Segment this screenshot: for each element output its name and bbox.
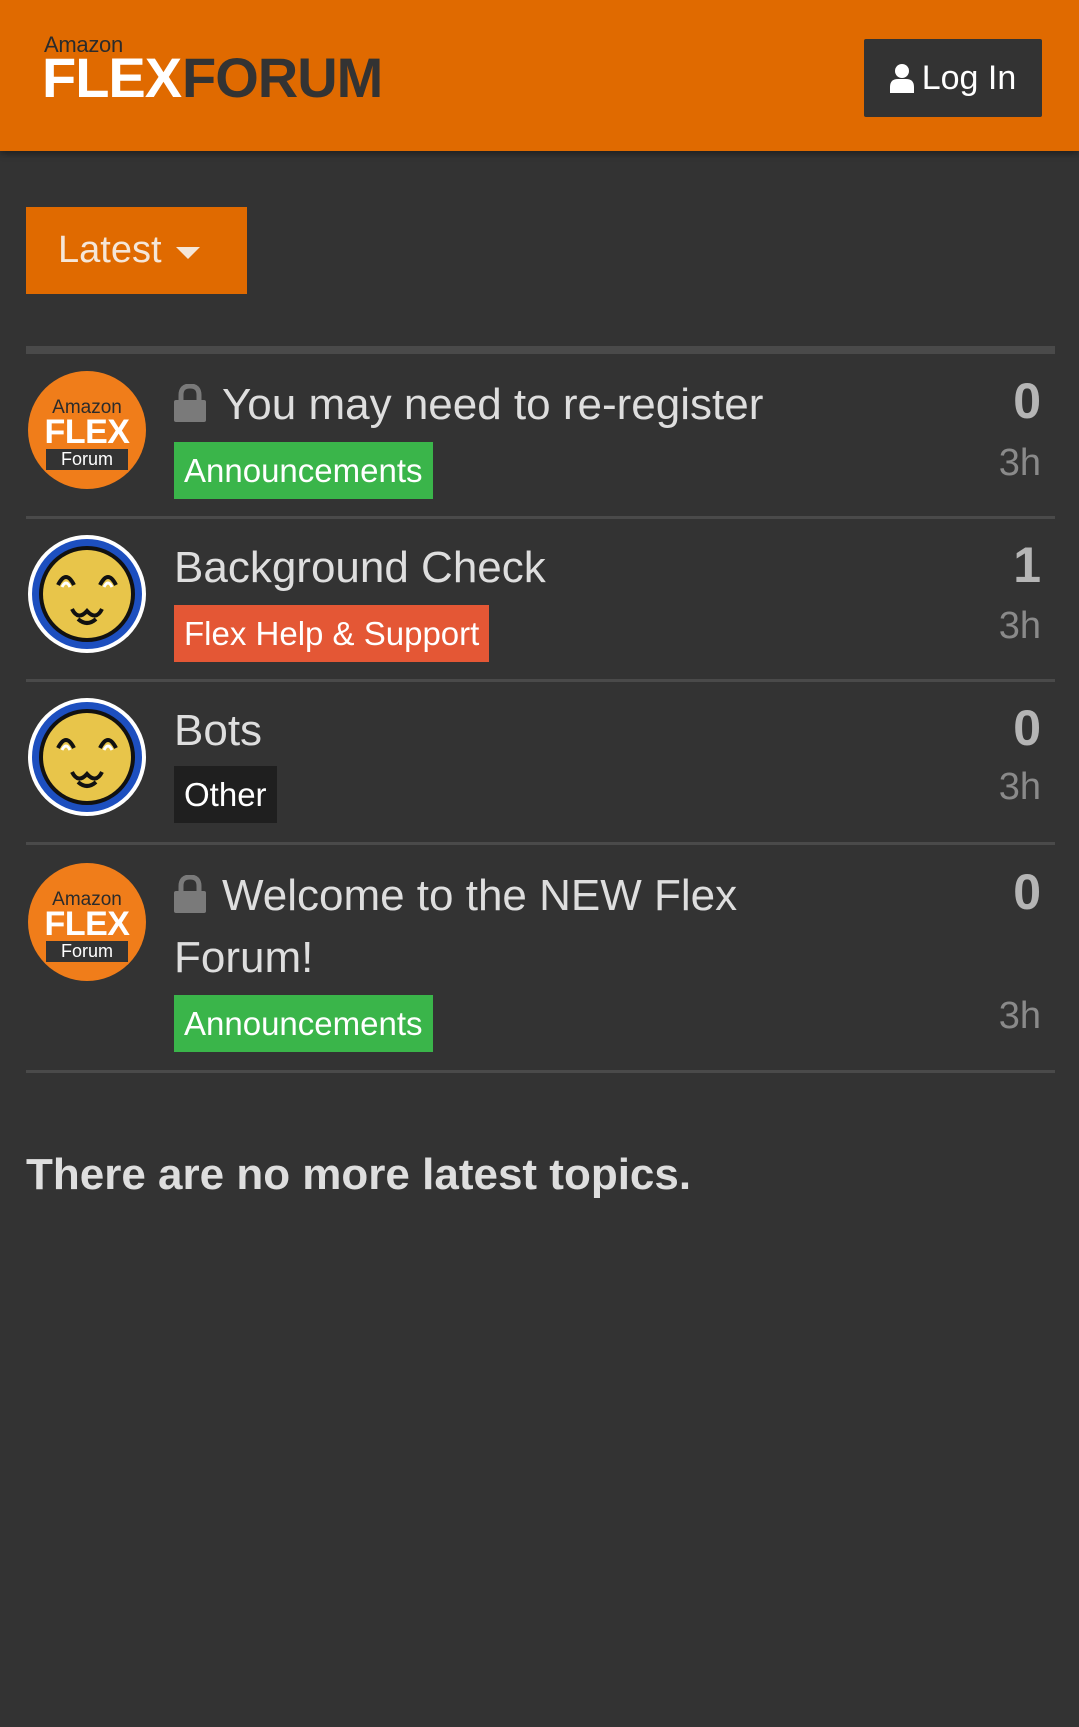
avatar-flex-text: FLEX: [44, 413, 130, 451]
topic-row[interactable]: Amazon FLEX Forum You may need to re-reg…: [26, 354, 1055, 519]
site-logo[interactable]: Amazon FLEX FORUM: [42, 32, 383, 112]
site-header: Amazon FLEX FORUM Log In: [0, 0, 1079, 151]
reply-count[interactable]: 0: [1013, 699, 1041, 757]
topic-title[interactable]: Bots: [174, 700, 854, 762]
topic-title[interactable]: Welcome to the NEW Flex Forum!: [174, 865, 774, 989]
activity-age[interactable]: 3h: [999, 995, 1041, 1038]
avatar[interactable]: [28, 698, 146, 816]
avatar[interactable]: Amazon FLEX Forum: [28, 371, 146, 489]
topic-list-header-border: [26, 346, 1055, 354]
category-badge[interactable]: Announcements: [174, 995, 433, 1052]
smiley-face-icon: [32, 539, 142, 649]
topic-row[interactable]: Amazon FLEX Forum Welcome to the NEW Fle…: [26, 845, 1055, 1073]
topic-title-text: Background Check: [174, 543, 546, 592]
topic-title-text: Bots: [174, 706, 263, 755]
user-icon: [889, 64, 914, 93]
topic-title[interactable]: You may need to re-register: [174, 374, 854, 436]
login-button[interactable]: Log In: [864, 39, 1042, 117]
latest-dropdown-label: Latest: [58, 229, 162, 271]
avatar-flex-text: FLEX: [44, 905, 130, 943]
activity-age[interactable]: 3h: [999, 605, 1041, 648]
no-more-topics-message: There are no more latest topics.: [26, 1150, 692, 1199]
lock-icon: [174, 875, 206, 914]
topic-title[interactable]: Background Check: [174, 537, 854, 599]
topic-title-text: Welcome to the NEW Flex Forum!: [174, 871, 738, 982]
logo-flex-text: FLEX: [42, 46, 182, 109]
activity-age[interactable]: 3h: [999, 442, 1041, 485]
smiley-face-icon: [32, 702, 142, 812]
category-badge[interactable]: Announcements: [174, 442, 433, 499]
reply-count[interactable]: 0: [1013, 863, 1041, 921]
avatar[interactable]: Amazon FLEX Forum: [28, 863, 146, 981]
reply-count[interactable]: 0: [1013, 372, 1041, 430]
topic-row[interactable]: Background Check Flex Help & Support 1 3…: [26, 519, 1055, 682]
avatar-forum-text: Forum: [46, 449, 128, 470]
logo-forum-text: FORUM: [182, 46, 383, 109]
topic-row[interactable]: Bots Other 0 3h: [26, 682, 1055, 845]
activity-age[interactable]: 3h: [999, 766, 1041, 809]
caret-down-icon: [175, 246, 200, 259]
avatar-forum-text: Forum: [46, 941, 128, 962]
avatar[interactable]: [28, 535, 146, 653]
category-badge[interactable]: Other: [174, 766, 277, 823]
latest-dropdown[interactable]: Latest: [26, 207, 247, 294]
topic-title-text: You may need to re-register: [222, 380, 764, 429]
category-badge[interactable]: Flex Help & Support: [174, 605, 490, 662]
lock-icon: [174, 384, 206, 423]
reply-count[interactable]: 1: [1013, 536, 1041, 594]
login-label: Log In: [921, 58, 1017, 97]
